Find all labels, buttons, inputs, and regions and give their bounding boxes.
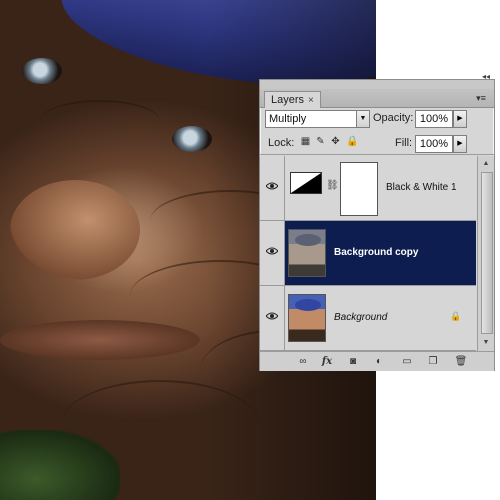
opacity-label: Opacity: [373, 112, 414, 124]
blend-row: Multiply ▼ Opacity: 100% ▶ [260, 108, 494, 130]
transparency-lock-icon[interactable]: ▦ [300, 136, 311, 147]
close-icon[interactable]: × [308, 95, 314, 106]
visibility-toggle[interactable] [260, 221, 285, 285]
opacity-field[interactable]: 100% [415, 110, 453, 128]
layer-name[interactable]: Background copy [334, 247, 418, 259]
fill-label: Fill: [395, 137, 413, 149]
padlock-icon[interactable]: 🔒 [346, 136, 358, 147]
new-group-icon[interactable]: ▭ [400, 355, 414, 368]
add-mask-icon[interactable]: ◙ [346, 355, 360, 368]
layer-row-background[interactable]: Background 🔒 [260, 286, 476, 351]
layer-lock-icon: 🔒 [450, 311, 462, 321]
eye-icon [266, 312, 278, 320]
lock-label: Lock: [268, 137, 295, 149]
scroll-thumb[interactable] [481, 172, 493, 334]
fill-slider-arrow-icon[interactable]: ▶ [453, 135, 467, 153]
chain-link-icon[interactable]: ⛓ [326, 180, 339, 191]
visibility-toggle[interactable] [260, 156, 285, 220]
brush-lock-icon[interactable]: ✎ [315, 136, 326, 147]
scroll-up-icon[interactable]: ▲ [480, 158, 492, 170]
opacity-slider-arrow-icon[interactable]: ▶ [453, 110, 467, 128]
black-white-adjustment-icon [290, 172, 322, 194]
layers-panel: ◂◂ Layers × ▾≡ Multiply ▼ Opacity: 100% ▶… [259, 72, 495, 371]
layer-mask-thumbnail[interactable] [340, 162, 378, 216]
panel-footer: ∞ fx ◙ ◐ ▭ ❐ 🗑 [260, 351, 494, 371]
tab-label: Layers [271, 94, 305, 106]
layer-name[interactable]: Black & White 1 [386, 182, 457, 194]
adjustment-layer-icon[interactable]: ◐ [372, 355, 386, 368]
eye-icon [266, 247, 278, 255]
layer-name[interactable]: Background [334, 312, 387, 324]
link-layers-icon[interactable]: ∞ [296, 355, 310, 368]
layer-row-background-copy[interactable]: Background copy [260, 221, 476, 286]
move-lock-icon[interactable]: ✥ [330, 136, 341, 147]
panel-menu-icon[interactable]: ▾≡ [474, 92, 488, 104]
fx-icon[interactable]: fx [320, 355, 334, 368]
layer-row-black-white[interactable]: ⛓ Black & White 1 [260, 156, 476, 221]
visibility-toggle[interactable] [260, 286, 285, 350]
panel-tab-row: Layers × ▾≡ [260, 89, 494, 108]
chevron-down-icon[interactable]: ▼ [356, 111, 369, 127]
trash-icon[interactable]: 🗑 [454, 355, 468, 368]
layer-thumbnail [288, 229, 326, 277]
scroll-down-icon[interactable]: ▼ [480, 337, 492, 349]
fill-field[interactable]: 100% [415, 135, 453, 153]
blend-mode-select[interactable]: Multiply ▼ [265, 110, 370, 128]
collapse-icon[interactable]: ◂◂ [482, 72, 490, 81]
layers-list: ⛓ Black & White 1 Background copy Backgr… [260, 156, 476, 351]
eye-icon [266, 182, 278, 190]
lock-row: Lock: ▦ ✎ ✥ 🔒 Fill: 100% ▶ [260, 132, 494, 155]
new-layer-icon[interactable]: ❐ [426, 355, 440, 368]
blend-mode-value: Multiply [269, 113, 307, 125]
layers-scrollbar[interactable]: ▲ ▼ [477, 156, 494, 351]
tab-layers[interactable]: Layers × [264, 91, 321, 108]
layer-thumbnail [288, 294, 326, 342]
